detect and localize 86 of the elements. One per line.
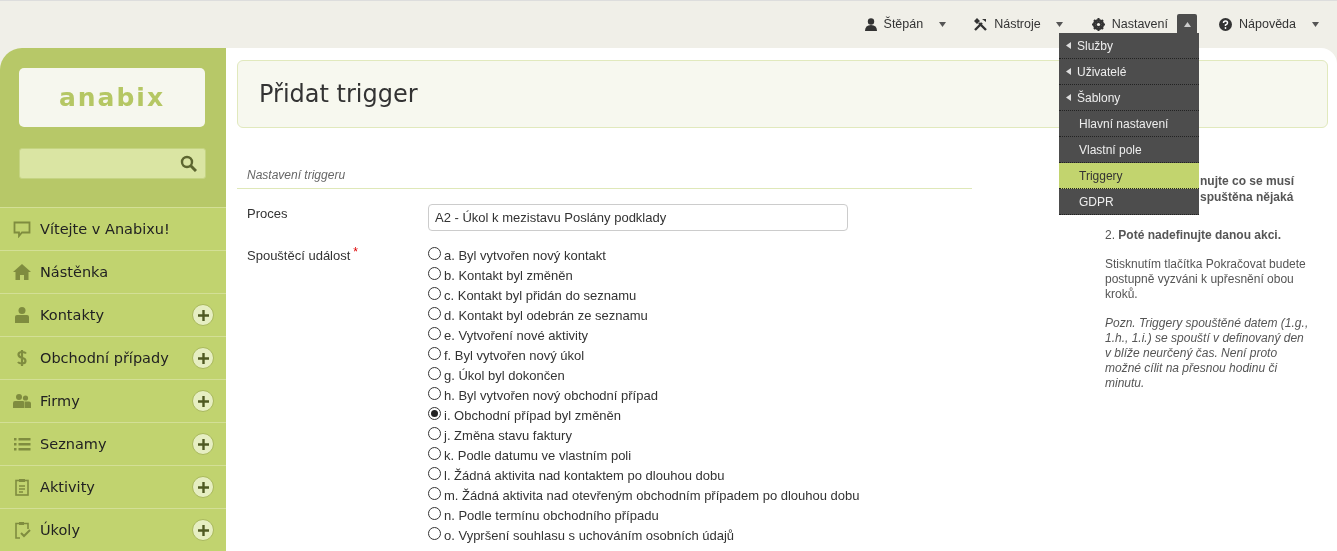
user-icon [864, 17, 877, 31]
caret-down-icon [1056, 21, 1064, 27]
radio-button[interactable] [428, 507, 441, 520]
settings-icon [1091, 17, 1105, 31]
task-checklist-icon [13, 521, 31, 539]
radio-button[interactable] [428, 487, 441, 500]
radio-option[interactable]: i. Obchodní případ byl změněn [428, 405, 860, 425]
radio-button[interactable] [428, 307, 441, 320]
plus-icon [197, 438, 209, 450]
plus-icon [197, 481, 209, 493]
radio-button[interactable] [428, 447, 441, 460]
caret-up-icon [1183, 21, 1191, 27]
add-button[interactable] [192, 433, 214, 455]
field-label: Proces [247, 205, 289, 223]
sidebar-item[interactable]: Nástěnka [0, 250, 226, 293]
section-heading: Nastavení triggeru [237, 168, 972, 189]
radio-button[interactable] [428, 287, 441, 300]
sidebar-item[interactable]: Firmy [0, 379, 226, 422]
caret-down-icon [938, 21, 946, 27]
tools-icon [974, 17, 988, 31]
page-title: Přidat trigger [259, 80, 418, 108]
radio-option[interactable]: b. Kontakt byl změněn [428, 265, 860, 285]
speech-bubble-icon [13, 220, 31, 238]
search-icon [180, 155, 197, 172]
person-icon [13, 306, 31, 324]
radio-button[interactable] [428, 387, 441, 400]
radio-option[interactable]: c. Kontakt byl přidán do seznamu [428, 285, 860, 305]
radio-button[interactable] [428, 267, 441, 280]
help-step: 2. Poté nadefinujte danou akci. [1105, 228, 1313, 243]
submenu-arrow-icon [1066, 94, 1071, 101]
plus-icon [197, 524, 209, 536]
sidebar-item[interactable]: Úkoly [0, 508, 226, 551]
sidebar-item[interactable]: Obchodní případy [0, 336, 226, 379]
sidebar-item[interactable]: Seznamy [0, 422, 226, 465]
radio-option[interactable]: o. Vypršení souhlasu s uchováním osobních údajů [428, 525, 860, 545]
topbar-menu-item[interactable]: Nápověda [1219, 13, 1325, 35]
process-field[interactable]: A2 - Úkol k mezistavu Poslány podklady [428, 204, 848, 231]
help-icon [1219, 17, 1232, 31]
add-button[interactable] [192, 347, 214, 369]
radio-option[interactable]: h. Byl vytvořen nový obchodní případ [428, 385, 860, 405]
people-icon [13, 392, 31, 410]
radio-button[interactable] [428, 467, 441, 480]
plus-icon [197, 352, 209, 364]
help-text: Stisknutím tlačítka Pokračovat budete postupně vyzváni k upřesnění obou kroků. [1105, 257, 1307, 302]
radio-option[interactable]: e. Vytvoření nové aktivity [428, 325, 860, 345]
add-button[interactable] [192, 304, 214, 326]
radio-button[interactable] [428, 327, 441, 340]
radio-option[interactable]: m. Žádná aktivita nad otevřeným obchodním případem po dlouhou dobu [428, 485, 860, 505]
add-button[interactable] [192, 476, 214, 498]
search-field[interactable] [19, 148, 206, 179]
sidebar-item[interactable]: Vítejte v Anabixu! [0, 207, 226, 250]
radio-button[interactable] [428, 347, 441, 360]
help-note: Pozn. Triggery spouštěné datem (1.g., 1.h., 1.i.) se spouští v definovaný den v blíže neurčený čas. Není proto možné cílit na přesnou hodinu či minutu. [1105, 316, 1310, 391]
sidebar-item[interactable]: Aktivity [0, 465, 226, 508]
radio-option[interactable]: d. Kontakt byl odebrán ze seznamu [428, 305, 860, 325]
caret-down-icon [1311, 21, 1319, 27]
help-text: nujte co se musí [1200, 173, 1296, 189]
radio-option[interactable]: n. Podle termínu obchodního případu [428, 505, 860, 525]
clipboard-icon [13, 478, 31, 496]
menu-item[interactable]: Triggery [1059, 163, 1199, 189]
help-text: spuštěna nějaká [1200, 189, 1295, 205]
required-mark: * [353, 245, 359, 259]
radio-option[interactable]: j. Změna stavu faktury [428, 425, 860, 445]
field-label: Spouštěcí událost [247, 248, 351, 263]
radio-option[interactable]: f. Byl vytvořen nový úkol [428, 345, 860, 365]
radio-option[interactable]: k. Podle datumu ve vlastním poli [428, 445, 860, 465]
radio-option[interactable]: a. Byl vytvořen nový kontakt [428, 245, 860, 265]
topbar-menu-item[interactable]: Nástroje [974, 13, 1070, 35]
logo: anabix [19, 68, 205, 127]
submenu-arrow-icon [1066, 42, 1071, 49]
sidebar-item[interactable]: Kontakty [0, 293, 226, 336]
radio-option[interactable]: g. Úkol byl dokončen [428, 365, 860, 385]
plus-icon [197, 309, 209, 321]
plus-icon [197, 395, 209, 407]
add-button[interactable] [192, 390, 214, 412]
radio-button[interactable] [428, 367, 441, 380]
topbar-menu-item[interactable]: Štěpán [864, 13, 953, 35]
radio-button[interactable] [428, 407, 441, 420]
list-icon [13, 435, 31, 453]
radio-button[interactable] [428, 427, 441, 440]
radio-button[interactable] [428, 247, 441, 260]
radio-option[interactable]: l. Žádná aktivita nad kontaktem po dlouhou dobu [428, 465, 860, 485]
radio-button[interactable] [428, 527, 441, 540]
submenu-arrow-icon [1066, 68, 1071, 75]
add-button[interactable] [192, 519, 214, 541]
home-icon [13, 263, 31, 281]
